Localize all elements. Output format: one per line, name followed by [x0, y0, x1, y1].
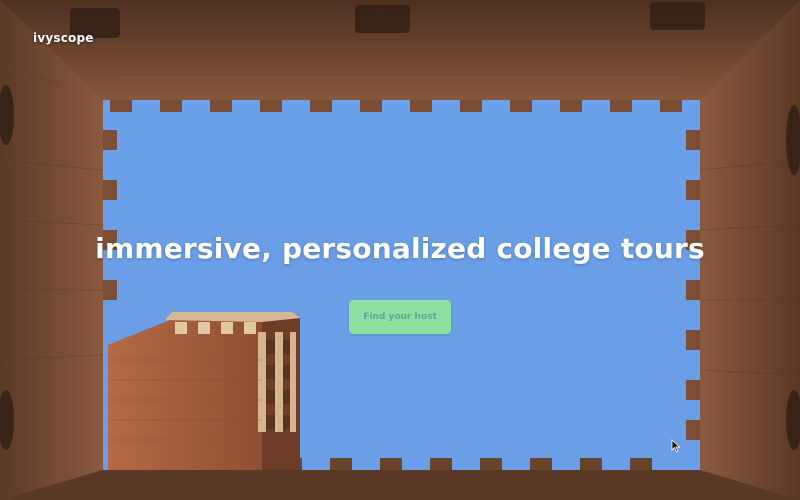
hero-headline: immersive, personalized college tours	[95, 232, 705, 265]
mouse-pointer-icon	[671, 439, 681, 453]
hero-section: ivyscope immersive, personalized college…	[0, 0, 800, 500]
brand-logo[interactable]: ivyscope	[33, 31, 94, 45]
find-host-button[interactable]: Find your host	[349, 300, 451, 334]
